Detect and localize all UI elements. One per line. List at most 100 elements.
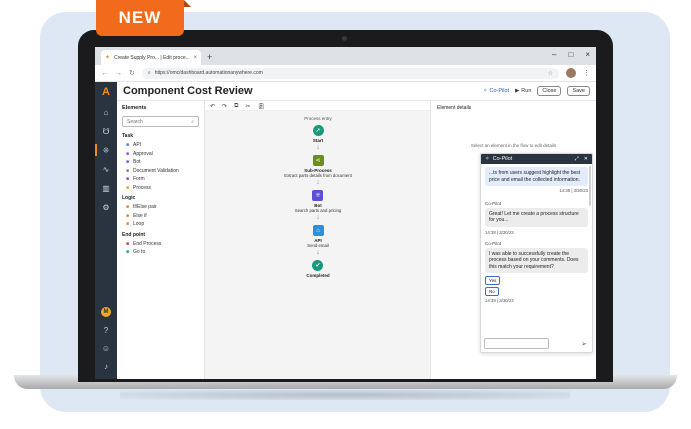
element-item[interactable]: ■ API bbox=[122, 141, 199, 150]
close-button[interactable]: Close bbox=[537, 86, 562, 96]
element-item[interactable]: ■ Bot bbox=[122, 158, 199, 167]
automation-logo-icon: ✦ bbox=[105, 54, 111, 61]
paste-icon[interactable]: 📋︎ bbox=[257, 103, 265, 110]
laptop-screen: ✦ Create Supply Pro... | Edit proce... ×… bbox=[95, 47, 596, 379]
save-button[interactable]: Save bbox=[567, 86, 590, 96]
message-sender: Co-Pilot bbox=[485, 200, 502, 206]
flow-node-icon: ➚ bbox=[312, 125, 324, 136]
bot-nav-icon[interactable]: ☋ bbox=[95, 127, 117, 136]
copilot-controls: ⤢ ✕ bbox=[575, 156, 588, 162]
flow-arrow-icon: ↓ bbox=[316, 249, 320, 256]
team-icon[interactable]: ☺ bbox=[95, 344, 117, 353]
url-field[interactable]: ⌕ https://omc/dashboard.automationanywhe… bbox=[141, 67, 559, 79]
no-button[interactable]: No bbox=[485, 287, 499, 296]
run-button[interactable]: ▶ Run bbox=[515, 88, 531, 94]
new-tab-button[interactable]: + bbox=[207, 50, 212, 65]
send-icon[interactable]: ➢ bbox=[581, 340, 587, 348]
profile-avatar[interactable] bbox=[566, 68, 576, 78]
play-icon: ▶ bbox=[515, 88, 520, 94]
message-time: 14:38 | 3/30/23 bbox=[485, 229, 514, 235]
maximize-icon[interactable]: □ bbox=[568, 50, 573, 59]
element-item-label: Loop bbox=[133, 221, 145, 228]
flow-node[interactable]: ✔ Completed bbox=[306, 260, 330, 278]
notification-bell-icon[interactable]: ♪ bbox=[95, 362, 117, 371]
address-bar: ← → ↻ ⌕ https://omc/dashboard.automation… bbox=[95, 65, 596, 82]
browser-tab-bar: ✦ Create Supply Pro... | Edit proce... ×… bbox=[95, 47, 596, 65]
url-text: https://omc/dashboard.automationanywhere… bbox=[154, 70, 263, 76]
copilot-button[interactable]: ✧ Co-Pilot bbox=[483, 88, 509, 94]
element-item[interactable]: ■ Form bbox=[122, 175, 199, 184]
back-arrow-icon[interactable]: ← bbox=[101, 70, 108, 77]
element-item[interactable]: ■ Process bbox=[122, 184, 199, 193]
automation-anywhere-logo-icon[interactable]: A bbox=[102, 86, 110, 98]
flow-node[interactable]: ➚ Start bbox=[312, 125, 324, 143]
browser-menu-icon[interactable]: ⋮ bbox=[583, 69, 590, 77]
message-sender: Co-Pilot bbox=[485, 240, 502, 246]
help-icon[interactable]: ? bbox=[95, 326, 117, 335]
elements-search[interactable]: ⌕ bbox=[122, 116, 199, 127]
laptop-shadow bbox=[120, 390, 570, 400]
element-item[interactable]: ■ End Process bbox=[122, 240, 199, 249]
flow-node[interactable]: ⁜ Bot Search parts and pricing bbox=[295, 190, 341, 213]
user-avatar[interactable]: M bbox=[101, 307, 111, 317]
element-item[interactable]: ■ Document Validation bbox=[122, 167, 199, 176]
element-item[interactable]: ■ Loop bbox=[122, 220, 199, 229]
marketing-stage: ✦ Create Supply Pro... | Edit proce... ×… bbox=[0, 0, 691, 429]
element-item[interactable]: ■ If/Else pair bbox=[122, 203, 199, 212]
flow-node-icon: ✔ bbox=[312, 260, 324, 271]
flow-canvas[interactable]: ↶ ↷ ⧉ ✂ 📋︎ Process entry ➚ Start ↓ ⋖ Sub-Pro… bbox=[205, 101, 431, 379]
laptop-frame: ✦ Create Supply Pro... | Edit proce... ×… bbox=[78, 30, 613, 382]
forward-arrow-icon[interactable]: → bbox=[115, 70, 122, 77]
element-item-label: Form bbox=[133, 176, 145, 183]
editor-body: Elements ⌕ Task■API■Approval■Bot■Documen… bbox=[117, 101, 596, 379]
minimize-icon[interactable]: – bbox=[552, 50, 556, 59]
page-title: Component Cost Review bbox=[123, 85, 253, 97]
left-nav-rail: A ⌂ ☋ ⁜ ∿ ▥ ⚙ M ? ☺ ♪ bbox=[95, 82, 117, 379]
copy-icon[interactable]: ⧉ bbox=[234, 103, 238, 109]
message-bubble: ...ts from users suggest highlight the b… bbox=[485, 167, 588, 186]
undo-icon[interactable]: ↶ bbox=[210, 103, 215, 110]
loop-icon: ■ bbox=[125, 221, 130, 228]
rail-bottom-group: M ? ☺ ♪ bbox=[95, 307, 117, 371]
element-group-title: Task bbox=[122, 133, 134, 139]
element-item[interactable]: ■ Go to bbox=[122, 248, 199, 257]
chat-input[interactable] bbox=[484, 338, 549, 349]
home-icon[interactable]: ⌂ bbox=[95, 108, 117, 117]
element-item-label: Document Validation bbox=[133, 167, 179, 174]
app-window: A ⌂ ☋ ⁜ ∿ ▥ ⚙ M ? ☺ ♪ Component Cost Rev… bbox=[95, 82, 596, 379]
element-item-label: End Process bbox=[133, 240, 162, 247]
copilot-chat-window: ✧ Co-Pilot ⤢ ✕ ...ts from users suggest … bbox=[480, 153, 593, 353]
settings-gear-icon[interactable]: ⚙ bbox=[95, 203, 117, 212]
redo-icon[interactable]: ↷ bbox=[222, 103, 227, 110]
element-item-label: API bbox=[133, 142, 142, 149]
run-label: Run bbox=[521, 88, 532, 94]
goto-icon: ■ bbox=[125, 249, 130, 256]
element-item-label: Approval bbox=[133, 150, 153, 157]
expand-icon[interactable]: ⤢ bbox=[575, 156, 579, 162]
bot-message: I was able to successfully create the pr… bbox=[485, 247, 588, 273]
main-area: Component Cost Review ✧ Co-Pilot ▶ Run C… bbox=[117, 82, 596, 379]
elements-heading: Elements bbox=[122, 105, 147, 111]
close-icon[interactable]: ✕ bbox=[584, 156, 588, 162]
dashboard-icon[interactable]: ▥ bbox=[95, 184, 117, 193]
cut-icon[interactable]: ✂ bbox=[245, 103, 250, 110]
flow-node[interactable]: ⋖ Sub-Process Extract parts details from d… bbox=[284, 155, 352, 178]
copilot-sparkle-icon: ✧ bbox=[482, 88, 488, 94]
reload-icon[interactable]: ↻ bbox=[129, 69, 135, 77]
chat-scrollbar[interactable] bbox=[589, 166, 591, 206]
element-item[interactable]: ■ Else if bbox=[122, 212, 199, 221]
close-window-icon[interactable]: × bbox=[585, 50, 590, 59]
tab-close-icon[interactable]: × bbox=[193, 55, 197, 61]
bookmark-star-icon[interactable]: ☆ bbox=[548, 70, 553, 77]
yes-button[interactable]: Yes bbox=[485, 276, 501, 285]
details-hint: Select an element in the flow to edit de… bbox=[470, 143, 557, 148]
activity-icon[interactable]: ∿ bbox=[95, 165, 117, 174]
elements-search-input[interactable] bbox=[127, 118, 187, 125]
message-time: 14:38 | 3/30/23 bbox=[559, 188, 588, 193]
element-item[interactable]: ■ Approval bbox=[122, 150, 199, 159]
element-item-label: Bot bbox=[133, 159, 141, 166]
flow-node[interactable]: ⌂ API Send email bbox=[307, 225, 329, 248]
browser-tab[interactable]: ✦ Create Supply Pro... | Edit proce... × bbox=[101, 50, 201, 65]
form-icon: ■ bbox=[125, 176, 130, 183]
automation-nav-icon[interactable]: ⁜ bbox=[95, 144, 117, 156]
